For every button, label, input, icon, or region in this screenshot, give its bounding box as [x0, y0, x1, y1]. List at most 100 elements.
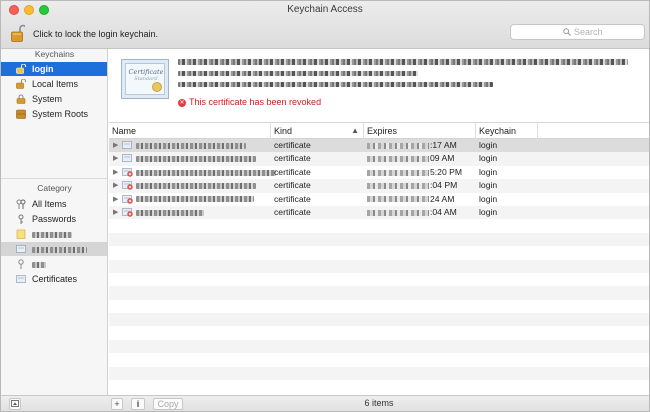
sidebar-item-label: Local Items: [32, 79, 79, 89]
disclosure-triangle-icon[interactable]: ▶: [113, 139, 118, 152]
cabinet-icon: [16, 109, 26, 119]
redacted-certificate-name: [178, 59, 628, 65]
disclosure-triangle-icon[interactable]: ▶: [113, 152, 118, 165]
expires-time: :04 PM: [430, 180, 458, 191]
certificate-detail-pane: Certificate Standard ✕ This certificate h…: [109, 49, 649, 123]
table-rows: ▶ certificate:17 AM login ▶ certificate 09 AM…: [109, 139, 649, 393]
sidebar-item-label: Certificates: [32, 274, 78, 284]
certificate-large-icon: Certificate Standard: [121, 59, 169, 99]
sort-ascending-icon: ▲: [351, 126, 359, 135]
disclosure-triangle-icon[interactable]: ▶: [113, 206, 118, 219]
empty-row: [109, 313, 649, 327]
redacted-item-name: [136, 193, 254, 206]
keychain-cell: login: [479, 166, 498, 177]
expires-time: :04 AM: [430, 206, 457, 217]
sidebar-item-system[interactable]: System: [1, 92, 107, 106]
empty-row: [109, 232, 649, 247]
sidebar-item-keys[interactable]: [1, 257, 107, 271]
table-row[interactable]: ▶ certificate:04 AM login: [109, 205, 649, 220]
sidebar-item-my-certificates[interactable]: [1, 242, 107, 256]
expires-time: :17 AM: [430, 140, 457, 150]
empty-row: [109, 380, 649, 393]
empty-row: [109, 353, 649, 366]
keychains-header: Keychains: [34, 49, 75, 59]
sidebar-toggle-icon: [11, 400, 19, 407]
redacted-item-name: [136, 206, 204, 219]
redacted-item-name: [136, 152, 256, 165]
window-title: Keychain Access: [287, 4, 363, 15]
sidebar-item-label: All Items: [32, 199, 67, 209]
table-row[interactable]: ▶ certificate:17 AM login: [109, 139, 649, 153]
empty-row: [109, 246, 649, 259]
certificate-subcaption: Standard: [134, 76, 158, 82]
seal-icon: [152, 82, 162, 92]
empty-row: [109, 300, 649, 313]
redacted-item-name: [136, 166, 276, 179]
revoked-certificate-icon: [122, 181, 133, 190]
table-row[interactable]: ▶ certificate 5:20 PM login: [109, 166, 649, 179]
column-header-kind-label: Kind: [274, 126, 293, 136]
certificate-icon: [122, 154, 132, 163]
redacted-label: [32, 246, 87, 253]
keychain-cell: login: [479, 206, 498, 217]
revoked-status: ✕ This certificate has been revoked: [178, 97, 321, 107]
note-icon: [16, 229, 26, 239]
sidebar-item-local-items[interactable]: Local Items: [1, 77, 107, 91]
certificate-icon: [16, 275, 26, 283]
sidebar-item-certificates[interactable]: Certificates: [1, 272, 107, 286]
show-sidebar-button[interactable]: [9, 398, 21, 410]
revoked-status-text: This certificate has been revoked: [189, 97, 322, 107]
column-header-kind[interactable]: Kind ▲: [271, 123, 364, 139]
sidebar-item-secure-notes[interactable]: [1, 227, 107, 241]
keychain-cell: login: [479, 180, 498, 191]
keychain-access-window: Keychain Access Click to lock the login …: [0, 0, 650, 412]
table-row[interactable]: ▶ certificate 24 AM login: [109, 193, 649, 206]
locked-keychain-icon: [16, 94, 26, 104]
expires-cell: :04 AM: [367, 206, 457, 219]
password-key-icon: [18, 214, 24, 224]
table-row[interactable]: ▶ certificate :04 PM login: [109, 179, 649, 193]
sidebar-item-passwords[interactable]: Passwords: [1, 212, 107, 226]
sidebar-item-system-roots[interactable]: System Roots: [1, 107, 107, 121]
disclosure-triangle-icon[interactable]: ▶: [113, 166, 118, 179]
search-field[interactable]: Search: [510, 24, 645, 40]
certificate-icon: [122, 141, 132, 149]
sidebar-item-label: System: [32, 94, 63, 104]
revoked-certificate-icon: [122, 208, 133, 217]
items-count: 6 items: [364, 398, 394, 408]
sidebar-item-login[interactable]: login: [1, 62, 107, 76]
disclosure-triangle-icon[interactable]: ▶: [113, 179, 118, 192]
items-table: Name Kind ▲ Expires Keychain ▶ certificat…: [109, 123, 649, 395]
kind-cell: certificate: [274, 180, 311, 191]
key-icon: [18, 259, 24, 269]
expires-cell: :17 AM: [367, 139, 457, 152]
expires-cell: :04 PM: [367, 179, 457, 192]
expires-cell: 5:20 PM: [367, 166, 462, 179]
sidebar-item-label: System Roots: [32, 109, 89, 119]
unlocked-keychain-icon: [16, 64, 26, 74]
certificate-icon: [16, 245, 26, 253]
all-items-icon: [16, 199, 26, 209]
redacted-expiry: [178, 82, 493, 87]
column-header-name[interactable]: Name: [109, 123, 271, 139]
empty-row: [109, 326, 649, 339]
disclosure-triangle-icon[interactable]: ▶: [113, 193, 118, 206]
keychain-cell: login: [479, 153, 498, 164]
column-header-keychain[interactable]: Keychain: [476, 123, 538, 139]
error-icon: ✕: [178, 98, 186, 107]
table-row[interactable]: ▶ certificate 09 AM login: [109, 152, 649, 166]
kind-cell: certificate: [274, 166, 311, 177]
expires-time: 09 AM: [430, 153, 455, 164]
empty-row: [109, 366, 649, 381]
empty-row: [109, 286, 649, 300]
empty-row: [109, 339, 649, 354]
search-placeholder: Search: [574, 27, 603, 37]
bottom-bar: + i Copy 6 items: [1, 395, 649, 411]
column-header-expires[interactable]: Expires: [364, 123, 476, 139]
empty-row: [109, 259, 649, 273]
sidebar-item-all-items[interactable]: All Items: [1, 197, 107, 211]
unlocked-padlock-icon[interactable]: [11, 24, 25, 42]
lock-keychain-label[interactable]: Click to lock the login keychain.: [33, 29, 158, 39]
empty-row: [109, 273, 649, 286]
unlocked-keychain-icon: [16, 79, 26, 89]
